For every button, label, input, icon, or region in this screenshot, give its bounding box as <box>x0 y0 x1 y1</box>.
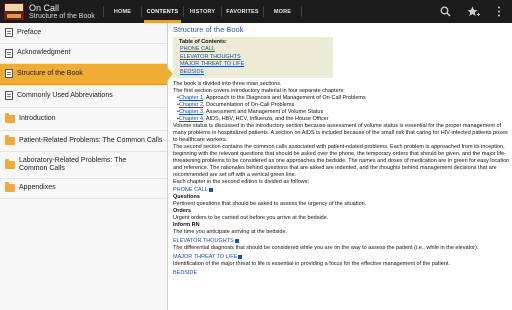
sidebar-item-label: Laboratory-Related Problems: The Common … <box>19 156 127 172</box>
major-threat-heading[interactable]: MAJOR THREAT TO LIFE <box>173 254 510 261</box>
sidebar-item-label: Preface <box>17 28 42 36</box>
bedside-heading[interactable]: BEDSIDE <box>173 270 510 277</box>
chapter-text: , Approach to the Diagnosis and Manageme… <box>203 95 366 101</box>
tab-favorites[interactable]: FAVORITES <box>222 0 263 23</box>
chapter-3-link[interactable]: Chapter 3 <box>179 109 203 115</box>
action-bar: On Call Structure of the Book HOME CONTE… <box>0 0 512 23</box>
chapter-text: , Documentation of On-Call Problems <box>203 102 295 108</box>
second-section-paragraph: The second section contains the common c… <box>173 144 510 178</box>
chapter-text: , AIDS, HBV, HCV, Influenza, and the Hou… <box>203 116 329 122</box>
sidebar-item-label: Structure of the Book <box>17 69 83 77</box>
sidebar-item-label: Patient-Related Problems: The Common Cal… <box>19 136 163 144</box>
intro-paragraph: The book is divided into three main sect… <box>173 81 282 87</box>
sidebar-item-structure-of-the-book[interactable]: Structure of the Book <box>0 64 173 85</box>
sidebar-item-laboratory-related-problems[interactable]: Laboratory-Related Problems: The Common … <box>0 152 167 179</box>
intro-paragraph: The first section covers introductory ma… <box>173 88 345 94</box>
folder-icon <box>5 158 15 169</box>
folder-icon <box>5 112 15 123</box>
app-title: On Call <box>29 2 60 13</box>
sidebar: Preface Acknowledgment Structure of the … <box>0 23 173 310</box>
sidebar-item-appendixes[interactable]: Appendixes <box>0 179 167 199</box>
toc-link-major-threat[interactable]: MAJOR THREAT TO LIFE <box>179 61 327 69</box>
list-item: Chapter 4, AIDS, HBV, HCV, Influenza, an… <box>177 116 510 123</box>
star-add-icon[interactable] <box>462 0 484 23</box>
elevator-thoughts-heading[interactable]: ELEVATOR THOUGHTS <box>173 238 510 245</box>
toc-link-bedside[interactable]: BEDSIDE <box>179 69 327 77</box>
tab-more[interactable]: MORE <box>264 0 301 23</box>
folder-icon <box>5 182 15 193</box>
phone-call-label: PHONE CALL <box>173 187 208 193</box>
title-block: On Call Structure of the Book <box>29 0 103 23</box>
tab-home[interactable]: HOME <box>104 0 141 23</box>
major-threat-label: MAJOR THREAT TO LIFE <box>173 254 238 260</box>
sidebar-item-acknowledgment[interactable]: Acknowledgment <box>0 44 167 64</box>
overflow-menu-icon[interactable] <box>488 0 510 23</box>
major-threat-text: Identification of the major threat to li… <box>173 261 450 267</box>
list-item: Chapter 2, Documentation of On-Call Prob… <box>177 102 510 109</box>
chapter-1-link[interactable]: Chapter 1 <box>179 95 203 101</box>
document-icon <box>5 48 13 58</box>
bookmark-icon <box>208 187 213 192</box>
table-of-contents: Table of Contents: PHONE CALL ELEVATOR T… <box>173 37 333 78</box>
chapter-list: Chapter 1, Approach to the Diagnosis and… <box>177 95 510 123</box>
list-item: Chapter 1, Approach to the Diagnosis and… <box>177 95 510 102</box>
document-icon <box>5 69 13 79</box>
app-subtitle: Structure of the Book <box>29 12 95 20</box>
document-icon <box>5 91 13 100</box>
bookmark-icon <box>238 254 243 259</box>
search-icon[interactable] <box>434 0 456 23</box>
sidebar-item-label: Commonly Used Abbreviations <box>17 91 113 99</box>
elevator-thoughts-text: The differential diagnosis that should b… <box>173 245 479 251</box>
sidebar-item-label: Appendixes <box>19 184 56 192</box>
chapter-4-link[interactable]: Chapter 4 <box>179 116 203 122</box>
toc-link-elevator-thoughts[interactable]: ELEVATOR THOUGHTS <box>179 54 327 62</box>
chapter-2-link[interactable]: Chapter 2 <box>179 102 203 108</box>
phone-call-heading[interactable]: PHONE CALL <box>173 187 510 194</box>
bookmark-icon <box>234 238 239 243</box>
inform-rn-text: The time you anticipate arriving at the … <box>173 229 288 235</box>
sidebar-item-label: Acknowledgment <box>17 49 71 57</box>
elevator-thoughts-label: ELEVATOR THOUGHTS <box>173 238 234 244</box>
page-title: Structure of the Book <box>173 25 244 34</box>
document-icon <box>5 28 13 38</box>
chapter-structure-paragraph: Each chapter in the second edition is di… <box>173 179 310 185</box>
folder-icon <box>5 134 15 145</box>
questions-text: Pertinent questions that should be asked… <box>173 201 367 207</box>
list-item: Chapter 3, Assessment and Management of … <box>177 109 510 116</box>
orders-heading: Orders <box>173 208 192 214</box>
sidebar-item-patient-related-problems[interactable]: Patient-Related Problems: The Common Cal… <box>0 131 167 152</box>
sidebar-item-preface[interactable]: Preface <box>0 23 167 44</box>
inform-rn-heading: Inform RN <box>173 222 200 228</box>
toc-heading: Table of Contents: <box>179 39 227 45</box>
tab-history[interactable]: HISTORY <box>184 0 221 23</box>
app-logo-icon[interactable] <box>3 2 25 21</box>
content-pane: Structure of the Book Table of Contents:… <box>172 23 510 310</box>
sidebar-item-abbreviations[interactable]: Commonly Used Abbreviations <box>0 85 167 108</box>
orders-text: Urgent orders to be carried out before y… <box>173 215 329 221</box>
sidebar-item-label: Introduction <box>19 114 56 122</box>
toc-link-phone-call[interactable]: PHONE CALL <box>179 46 327 54</box>
questions-heading: Questions <box>173 194 200 200</box>
tab-contents[interactable]: CONTENTS <box>142 0 183 23</box>
volume-paragraph: Volume status is discussed in the introd… <box>173 123 508 143</box>
chapter-text: , Assessment and Management of Volume St… <box>203 109 324 115</box>
sidebar-item-introduction[interactable]: Introduction <box>0 108 167 131</box>
